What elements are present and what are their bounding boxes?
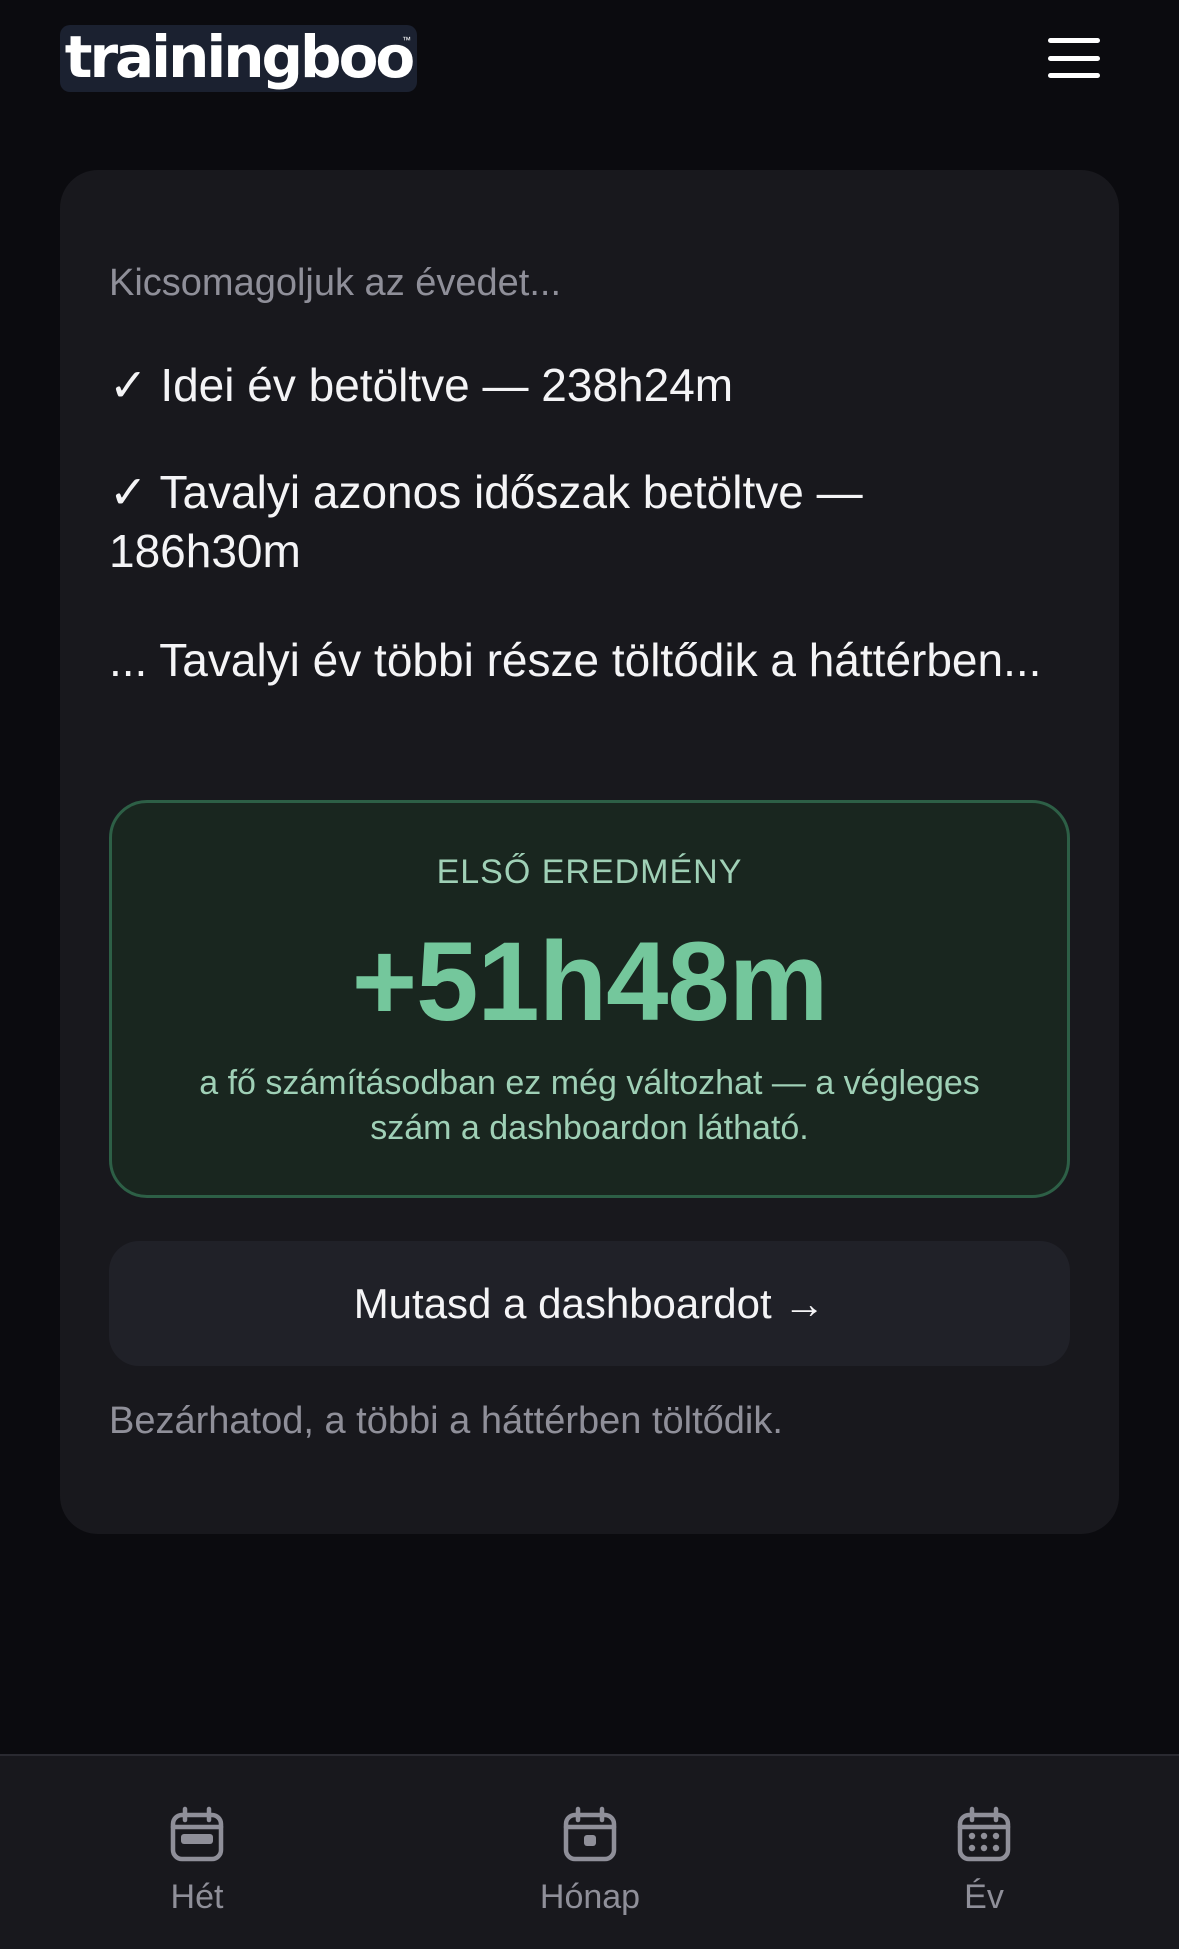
calendar-grid-icon	[957, 1806, 1011, 1862]
first-result-box: ELSŐ EREDMÉNY +51h48m a fő számításodban…	[109, 800, 1070, 1198]
hamburger-menu-icon[interactable]	[1048, 36, 1100, 80]
step-last-year-rest: ... Tavalyi év többi része töltődik a há…	[109, 634, 1042, 686]
menu-bar	[1048, 73, 1100, 78]
nav-label-year: Év	[964, 1878, 1004, 1916]
menu-bar	[1048, 38, 1100, 43]
nav-label-week: Hét	[170, 1878, 224, 1916]
result-label: ELSŐ EREDMÉNY	[436, 853, 743, 891]
loading-card: Kicsomagoljuk az évedet... ✓ Idei év bet…	[60, 170, 1119, 1534]
logo-text: trainingboo	[64, 22, 416, 91]
nav-item-week[interactable]: Hét	[87, 1806, 307, 1917]
menu-bar	[1048, 55, 1100, 61]
show-dashboard-button[interactable]: Mutasd a dashboardot →	[109, 1241, 1070, 1366]
app-screen: trainingboo ™ Kicsomagoljuk az évedet...…	[0, 0, 1179, 1949]
nav-item-month[interactable]: Hónap	[480, 1806, 700, 1917]
logo[interactable]: trainingboo ™	[60, 25, 417, 92]
bottom-nav: Hét Hónap Év	[0, 1754, 1179, 1949]
calendar-week-icon	[170, 1806, 224, 1862]
calendar-day-icon	[563, 1806, 617, 1862]
intro-text: Kicsomagoljuk az évedet...	[109, 262, 562, 304]
header: trainingboo ™	[0, 0, 1179, 120]
step-this-year: ✓ Idei év betöltve — 238h24m	[109, 359, 734, 411]
nav-item-year[interactable]: Év	[874, 1806, 1094, 1917]
result-value: +51h48m	[351, 919, 829, 1044]
nav-label-month: Hónap	[539, 1878, 641, 1916]
result-note: a fő számításodban ez még változhat — a …	[199, 1064, 980, 1147]
logo-trademark: ™	[402, 35, 411, 45]
footnote: Bezárhatod, a többi a háttérben töltődik…	[109, 1400, 783, 1442]
step-last-year-same-period: ✓ Tavalyi azonos időszak betöltve — 186h…	[109, 466, 863, 577]
